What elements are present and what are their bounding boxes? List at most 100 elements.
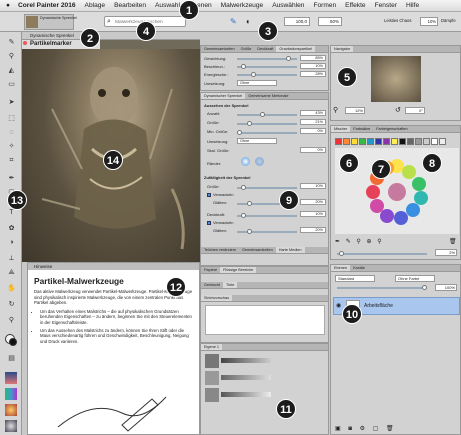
delete-layer-icon[interactable]: 🗑 bbox=[386, 426, 397, 432]
layer-adjuster-icon[interactable]: ➤ bbox=[6, 98, 17, 107]
cloner-icon[interactable]: ✿ bbox=[6, 224, 17, 233]
random-size-slider[interactable] bbox=[237, 185, 297, 190]
glaetten-2-knob[interactable] bbox=[246, 229, 252, 234]
magnifier-icon[interactable]: ⚲ bbox=[6, 316, 17, 325]
min-groesse-slider[interactable] bbox=[237, 130, 297, 135]
secondary-color-icon[interactable] bbox=[9, 338, 17, 346]
tab-deckkraft[interactable]: Deckkraft bbox=[254, 46, 276, 52]
menu-fenster[interactable]: Fenster bbox=[375, 2, 397, 9]
groesse-slider[interactable] bbox=[237, 121, 297, 126]
random-size-value[interactable]: 10% bbox=[300, 183, 326, 189]
layer-dynamic-icon[interactable]: ⚙ bbox=[360, 426, 368, 432]
pen-icon[interactable]: ✒ bbox=[6, 174, 17, 183]
zoom-mixer-icon[interactable]: ⚲ bbox=[377, 239, 383, 245]
eraser-icon[interactable]: ▭ bbox=[6, 80, 17, 89]
magic-wand-icon[interactable]: ✧ bbox=[6, 142, 17, 151]
tab-teilchen[interactable]: Teilchen verändern bbox=[201, 247, 239, 253]
soft-edge-icon[interactable] bbox=[255, 157, 264, 166]
random-opacity-value[interactable]: 10% bbox=[300, 211, 326, 217]
tab-mischer[interactable]: Mischer bbox=[331, 126, 351, 132]
rotate-icon[interactable]: ↻ bbox=[6, 300, 17, 309]
menu-app[interactable]: Corel Painter 2016 bbox=[18, 2, 76, 9]
mixer-size-field[interactable]: 2% bbox=[435, 249, 457, 256]
mixer-size-slider[interactable] bbox=[337, 251, 427, 256]
document-tab-label[interactable]: Dynamische Sprenkel bbox=[30, 33, 74, 38]
swatch-black[interactable] bbox=[399, 138, 406, 145]
zoom-icon[interactable]: ⚲ bbox=[333, 106, 338, 114]
min-groesse-knob[interactable] bbox=[237, 130, 242, 135]
opacity-field[interactable]: 50% bbox=[318, 17, 342, 26]
tab-gemischt[interactable]: Gemischt bbox=[201, 282, 223, 288]
brush-preset-2[interactable] bbox=[205, 371, 219, 385]
tab-fluessige-bereiche[interactable]: Flüssige Bereiche bbox=[220, 267, 257, 273]
swatch-red[interactable] bbox=[335, 138, 342, 145]
grabber-icon[interactable]: ✋ bbox=[6, 284, 17, 293]
hints-tab-label[interactable]: Hinweise bbox=[34, 264, 52, 269]
tab-kanaele[interactable]: Kanäle bbox=[350, 265, 368, 271]
swatch-yellow[interactable] bbox=[351, 138, 358, 145]
new-layer-icon[interactable]: ▢ bbox=[373, 426, 382, 432]
brush-preset-1[interactable] bbox=[205, 354, 219, 368]
tab-farbsaetze[interactable]: Farbsätze bbox=[350, 126, 373, 132]
glaetten-value[interactable]: 20% bbox=[300, 199, 326, 205]
zoom-field[interactable]: 12% bbox=[345, 107, 365, 114]
mirror-icon[interactable]: ⟂ bbox=[6, 254, 17, 263]
brush-tool-icon[interactable]: ✎ bbox=[230, 17, 237, 26]
beschleunigung-value[interactable]: 10% bbox=[300, 63, 326, 69]
glaetten-2-slider[interactable] bbox=[237, 229, 297, 234]
dirty-brush-icon[interactable]: ✒ bbox=[335, 239, 342, 245]
rectangle-select-icon[interactable]: ⬚ bbox=[6, 114, 17, 123]
layer-mask-icon[interactable]: ◙ bbox=[348, 426, 355, 432]
hard-edge-icon[interactable] bbox=[241, 157, 250, 166]
layer-group-icon[interactable]: ▣ bbox=[335, 426, 344, 432]
perspective-icon[interactable]: ⟁ bbox=[6, 268, 17, 277]
crop-icon[interactable]: ⌗ bbox=[6, 156, 17, 165]
tab-ebenen[interactable]: Ebenen bbox=[331, 265, 351, 271]
tab-farbeigenschaften[interactable]: Farbeigenschaften bbox=[373, 126, 410, 132]
brush-preset-3[interactable] bbox=[205, 388, 219, 402]
menu-hilfe[interactable]: Hilfe bbox=[406, 2, 419, 9]
tab-gravitationspartikel[interactable]: Gravitationspartikel bbox=[276, 46, 315, 52]
menu-auswahl[interactable]: Auswahl bbox=[155, 2, 180, 9]
random-size-knob[interactable] bbox=[240, 185, 246, 190]
apple-icon[interactable]: ● bbox=[0, 2, 16, 9]
menu-ablage[interactable]: Ablage bbox=[85, 2, 106, 9]
groesse-knob[interactable] bbox=[247, 121, 253, 126]
verwackeln-2-checkbox[interactable] bbox=[207, 221, 211, 225]
verwackeln-checkbox[interactable] bbox=[207, 193, 211, 197]
umsetzung-dropdown[interactable]: Ohne bbox=[237, 80, 277, 86]
menu-effekte[interactable]: Effekte bbox=[345, 2, 365, 9]
anzahl-knob[interactable] bbox=[260, 112, 266, 117]
random-opacity-slider[interactable] bbox=[237, 213, 297, 218]
tab-papiere[interactable]: Papiere bbox=[201, 267, 220, 273]
close-icon[interactable] bbox=[23, 41, 27, 45]
swatch-orange[interactable] bbox=[343, 138, 350, 145]
look-icon[interactable] bbox=[5, 420, 17, 432]
layer-opacity-field[interactable]: 100% bbox=[435, 284, 457, 291]
random-opacity-knob[interactable] bbox=[240, 213, 246, 218]
trash-icon[interactable]: 🗑 bbox=[449, 238, 457, 245]
glaetten-2-value[interactable]: 20% bbox=[300, 227, 326, 233]
lasso-icon[interactable]: ◌ bbox=[6, 128, 17, 137]
groesse-value[interactable]: 21% bbox=[300, 119, 326, 125]
swatch-green[interactable] bbox=[359, 138, 366, 145]
swatch-off-white[interactable] bbox=[439, 138, 446, 145]
tab-eigene-1[interactable]: Eigene 1 bbox=[201, 344, 222, 350]
menu-auswaehlen[interactable]: Auswählen bbox=[272, 2, 304, 9]
preserve-dropdown[interactable]: Ohne Farbe bbox=[395, 275, 435, 282]
size-field[interactable]: 100,0 bbox=[284, 17, 310, 26]
tab-dynamischer-sprenkel[interactable]: Dynamischer Sprenkel bbox=[201, 93, 246, 99]
swatch-blue[interactable] bbox=[367, 138, 374, 145]
tab-navigator[interactable]: Navigator bbox=[331, 46, 354, 52]
anzahl-slider[interactable] bbox=[237, 112, 297, 117]
rotate-icon[interactable]: ↺ bbox=[395, 106, 401, 114]
nozzle-icon[interactable] bbox=[5, 404, 17, 416]
energie-value[interactable]: 28% bbox=[300, 71, 326, 77]
tab-tinte[interactable]: Tinte bbox=[223, 282, 238, 288]
menu-formen[interactable]: Formen bbox=[313, 2, 336, 9]
tab-groesse[interactable]: Größe bbox=[238, 46, 255, 52]
energie-slider[interactable] bbox=[237, 72, 297, 77]
swatch-light-yellow[interactable] bbox=[391, 138, 398, 145]
tab-gemeinsame-merkmale[interactable]: Gemeinsame Merkmale bbox=[245, 93, 291, 99]
tab-strichvorschau[interactable]: Strichvorschau bbox=[201, 295, 233, 301]
